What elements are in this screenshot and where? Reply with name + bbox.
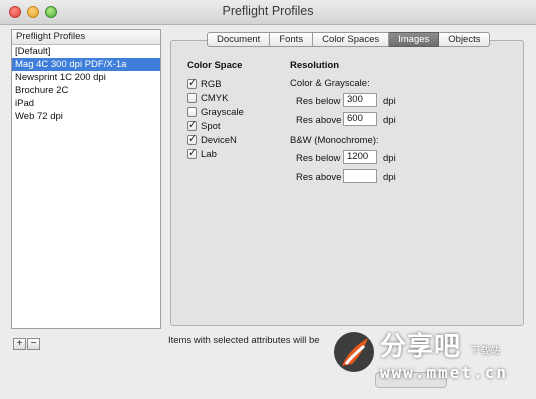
profile-item-brochure[interactable]: Brochure 2C	[12, 84, 160, 97]
spot-checkbox[interactable]	[187, 118, 197, 131]
tab-objects[interactable]: Objects	[439, 32, 491, 47]
rgb-label: RGB	[201, 78, 222, 90]
color-space-heading: Color Space	[187, 60, 243, 71]
preflight-profiles-window: Preflight Profiles Preflight Profiles [D…	[0, 0, 536, 399]
watermark-cn-text: 分享吧	[380, 332, 462, 362]
lab-checkbox[interactable]	[187, 146, 197, 159]
checkbox-row-grayscale[interactable]: Grayscale	[187, 106, 244, 118]
cg-res-below-unit: dpi	[383, 96, 396, 107]
checkbox-row-spot[interactable]: Spot	[187, 118, 221, 132]
tab-images[interactable]: Images	[389, 32, 440, 47]
tab-color-spaces[interactable]: Color Spaces	[313, 32, 390, 47]
grayscale-label: Grayscale	[201, 106, 244, 118]
lab-label: Lab	[201, 148, 217, 160]
bw-res-above-unit: dpi	[383, 172, 396, 183]
bw-monochrome-label: B&W (Monochrome):	[290, 135, 379, 146]
tab-document[interactable]: Document	[207, 32, 271, 47]
profile-item-default[interactable]: [Default]	[12, 45, 160, 58]
bw-res-above-label: Res above	[296, 172, 342, 183]
tab-bar: Document Fonts Color Spaces Images Objec…	[207, 32, 491, 47]
profile-item-mag-4c[interactable]: Mag 4C 300 dpi PDF/X-1a	[12, 58, 160, 71]
cg-res-below-input[interactable]: 300	[343, 93, 377, 107]
checkbox-row-rgb[interactable]: RGB	[187, 76, 222, 90]
spot-label: Spot	[201, 120, 221, 132]
cg-res-below-label: Res below	[296, 96, 341, 107]
checkbox-row-cmyk[interactable]: CMYK	[187, 92, 228, 104]
bw-res-below-input[interactable]: 1200	[343, 150, 377, 164]
profile-add-remove-controls: + −	[13, 338, 41, 350]
profiles-list[interactable]: Preflight Profiles [Default] Mag 4C 300 …	[11, 29, 161, 329]
watermark-small-text: 下载站	[470, 346, 500, 357]
title-bar[interactable]: Preflight Profiles	[0, 0, 536, 25]
tab-fonts[interactable]: Fonts	[270, 32, 314, 47]
dialog-button[interactable]	[375, 372, 447, 388]
cg-res-above-input[interactable]: 600	[343, 112, 377, 126]
checkbox-row-devicen[interactable]: DeviceN	[187, 132, 237, 146]
cg-res-above-label: Res above	[296, 115, 342, 126]
footer-info-text: Items with selected attributes will be	[168, 335, 320, 346]
checkbox-row-lab[interactable]: Lab	[187, 146, 217, 160]
watermark-logo-icon	[334, 332, 374, 372]
resolution-heading: Resolution	[290, 60, 340, 71]
rgb-checkbox[interactable]	[187, 76, 197, 89]
bw-res-below-unit: dpi	[383, 153, 396, 164]
cg-res-above-unit: dpi	[383, 115, 396, 126]
grayscale-checkbox[interactable]	[187, 107, 197, 117]
remove-profile-button[interactable]: −	[27, 338, 40, 350]
cmyk-checkbox[interactable]	[187, 93, 197, 103]
add-profile-button[interactable]: +	[13, 338, 26, 350]
color-grayscale-label: Color & Grayscale:	[290, 78, 370, 89]
bw-res-above-input[interactable]	[343, 169, 377, 183]
profile-item-newsprint[interactable]: Newsprint 1C 200 dpi	[12, 71, 160, 84]
devicen-checkbox[interactable]	[187, 132, 197, 145]
profile-item-ipad[interactable]: iPad	[12, 97, 160, 110]
window-title: Preflight Profiles	[222, 4, 314, 18]
profiles-list-header: Preflight Profiles	[12, 30, 160, 45]
cmyk-label: CMYK	[201, 92, 229, 104]
devicen-label: DeviceN	[201, 134, 237, 146]
profile-item-web[interactable]: Web 72 dpi	[12, 110, 160, 123]
bw-res-below-label: Res below	[296, 153, 341, 164]
